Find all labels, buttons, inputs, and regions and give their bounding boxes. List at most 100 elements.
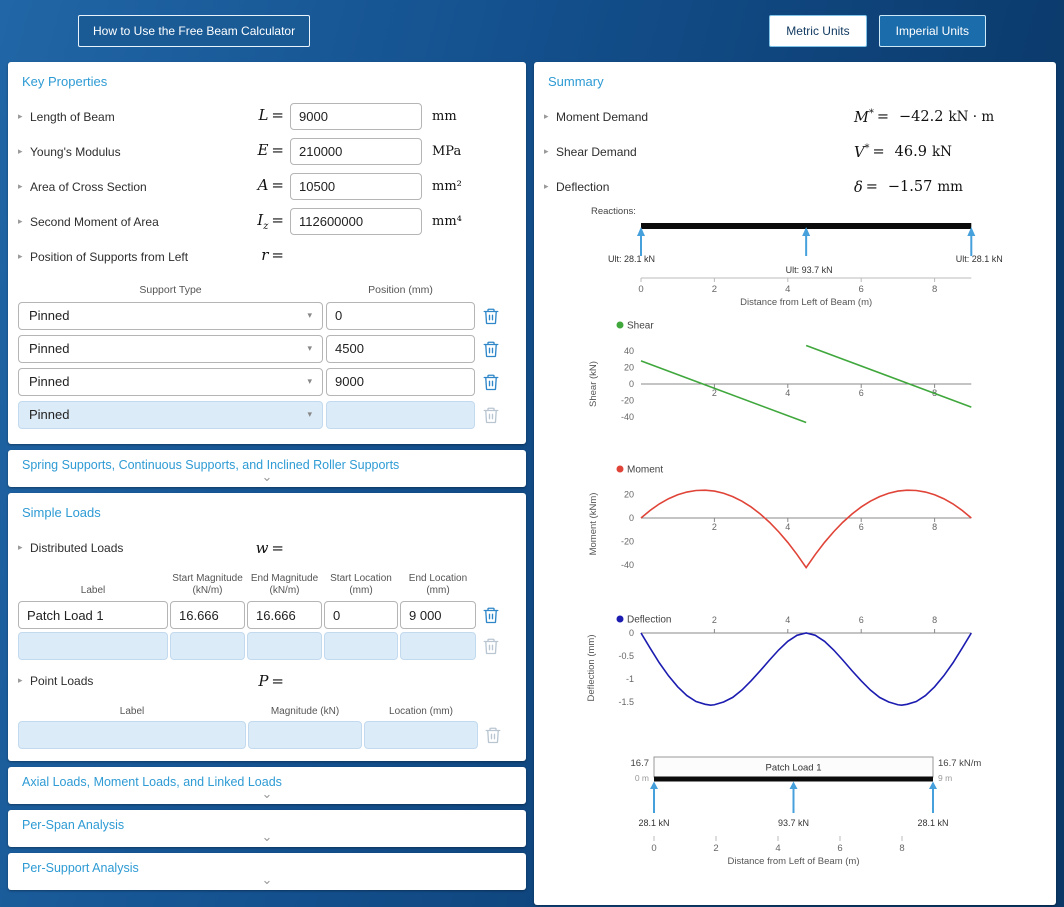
svg-text:-40: -40 [621,412,634,422]
summary-title: Summary [548,74,604,89]
support-position-input[interactable] [326,367,475,396]
svg-text:-40: -40 [621,560,634,570]
load-diagram: 16.7 16.7 kN/m 0 m 9 m Patch Load 1 28.1 kN 93… [631,756,981,867]
second-moment-input[interactable] [290,208,422,235]
svg-text:Shear (kN): Shear (kN) [588,361,599,407]
moment-demand-row: ▸ Moment Demand M* = −42.2 kN · m [544,99,1046,134]
support-position-input[interactable] [326,334,475,363]
chevron-down-icon[interactable]: ⌄ [22,787,512,801]
shear-demand-row: ▸ Shear Demand V* = 46.9 kN [544,134,1046,169]
delete-support-button[interactable] [478,369,504,395]
caret-right-icon[interactable]: ▸ [18,252,30,261]
delete-load-button[interactable] [478,602,504,628]
end-magnitude-input[interactable] [247,601,322,629]
svg-text:8: 8 [932,284,937,295]
svg-text:Deflection (mm): Deflection (mm) [586,634,597,701]
support-type-select[interactable]: Pinned ▾ [18,301,323,330]
caret-right-icon[interactable]: ▸ [544,112,556,121]
svg-text:8: 8 [932,522,937,532]
svg-text:2: 2 [712,522,717,532]
svg-text:4: 4 [775,843,780,854]
svg-text:4: 4 [785,615,790,625]
svg-text:16.7: 16.7 [631,758,650,769]
support-type-select[interactable]: Pinned ▾ [18,367,323,396]
support-type-select[interactable]: Pinned ▾ [18,400,323,429]
how-to-use-button[interactable]: How to Use the Free Beam Calculator [78,15,311,47]
caret-right-icon[interactable]: ▸ [18,676,30,685]
cross-section-area-input[interactable] [290,173,422,200]
svg-text:0: 0 [629,379,634,389]
position-header: Position (mm) [368,284,433,296]
deflection-row: ▸ Deflection δ = −1.57 mm [544,169,1046,204]
chevron-down-icon[interactable]: ⌄ [22,873,512,887]
simple-loads-title: Simple Loads [22,505,101,520]
svg-text:Reactions:: Reactions: [591,206,636,217]
property-symbol: A = [257,176,284,194]
support-position-input[interactable] [326,301,475,330]
point-magnitude-input[interactable] [248,721,362,749]
start-magnitude-input[interactable] [170,601,245,629]
summary-label: Deflection [556,179,610,194]
svg-text:-0.5: -0.5 [618,651,634,661]
svg-text:0: 0 [629,513,634,523]
svg-text:6: 6 [859,388,864,398]
simple-loads-card: Simple Loads ▸ Distributed Loads w = Labe… [8,493,526,761]
svg-text:6: 6 [859,284,864,295]
svg-text:6: 6 [837,843,842,854]
svg-text:93.7 kN: 93.7 kN [778,818,809,828]
svg-text:9 m: 9 m [938,773,952,783]
property-label: Area of Cross Section [30,179,147,194]
point-location-input[interactable] [364,721,478,749]
imperial-units-button[interactable]: Imperial Units [878,15,986,47]
point-load-row-empty [18,721,516,749]
support-row: Pinned ▾ [18,300,516,331]
length-input[interactable] [290,103,422,130]
property-label: Position of Supports from Left [30,249,189,264]
end-location-input[interactable] [400,601,476,629]
svg-text:0: 0 [638,284,643,295]
distributed-load-row-empty [18,632,516,660]
caret-right-icon[interactable]: ▸ [544,182,556,191]
support-type-select[interactable]: Pinned ▾ [18,334,323,363]
caret-right-icon[interactable]: ▸ [18,112,30,121]
svg-text:2: 2 [712,615,717,625]
distributed-loads-header: Label Start Magnitude (kN/m) End Magnitud… [80,573,468,596]
support-position-input[interactable] [326,400,475,429]
end-location-input[interactable] [400,632,476,660]
shear-chart: Shear40200-20-402 4 6 8Shear (kN) [588,321,972,424]
summary-card: Summary ▸ Moment Demand M* = −42.2 kN · m ▸… [534,62,1056,905]
point-label-input[interactable] [18,721,246,749]
svg-text:4: 4 [785,388,790,398]
caret-right-icon[interactable]: ▸ [18,182,30,191]
chevron-down-icon: ▾ [307,310,312,320]
chevron-down-icon[interactable]: ⌄ [22,470,512,484]
end-magnitude-input[interactable] [247,632,322,660]
caret-right-icon[interactable]: ▸ [544,147,556,156]
property-symbol: L = [258,106,284,124]
caret-right-icon[interactable]: ▸ [18,217,30,226]
deflection-value: δ = −1.57 mm [854,179,963,196]
caret-right-icon[interactable]: ▸ [18,543,30,552]
svg-text:2: 2 [713,843,718,854]
svg-text:28.1 kN: 28.1 kN [638,818,669,828]
chevron-down-icon: ▾ [307,409,312,419]
caret-right-icon[interactable]: ▸ [18,147,30,156]
point-loads-label: Point Loads [30,673,94,688]
svg-text:6: 6 [859,522,864,532]
start-location-input[interactable] [324,632,398,660]
property-unit: mm [432,109,457,124]
youngs-modulus-input[interactable] [290,138,422,165]
load-label-input[interactable] [18,632,168,660]
point-loads-symbol: P = [258,671,284,690]
chevron-down-icon[interactable]: ⌄ [22,830,512,844]
delete-support-button[interactable] [478,303,504,329]
property-unit: mm⁴ [432,214,462,229]
start-location-input[interactable] [324,601,398,629]
metric-units-button[interactable]: Metric Units [769,15,867,47]
distributed-loads-row: ▸ Distributed Loads w = [18,530,516,565]
svg-text:8: 8 [932,615,937,625]
svg-text:Distance from Left of Beam (m): Distance from Left of Beam (m) [728,856,860,867]
load-label-input[interactable] [18,601,168,629]
start-magnitude-input[interactable] [170,632,245,660]
delete-support-button[interactable] [478,336,504,362]
